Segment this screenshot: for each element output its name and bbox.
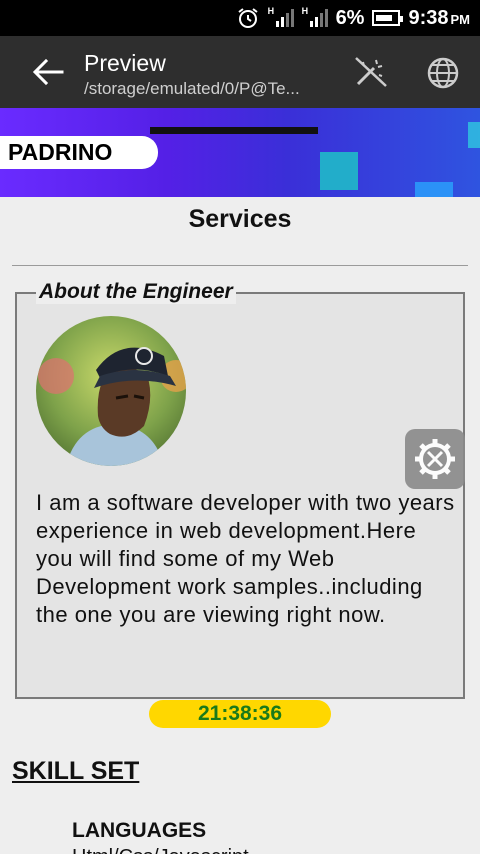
banner-decoration [150, 127, 318, 134]
app-title: Preview [84, 50, 166, 76]
battery-icon [372, 10, 404, 26]
gear-wrench-icon [415, 439, 455, 479]
status-bar: H H 6% 9:38 PM [0, 0, 480, 36]
divider [12, 265, 468, 266]
magic-wand-off-icon[interactable] [354, 56, 388, 88]
network-type-label: H [267, 6, 275, 16]
settings-fab[interactable] [405, 429, 465, 489]
languages-list: Html/Css/Javascript [72, 846, 249, 854]
time-ampm: PM [450, 11, 471, 27]
signal-icon-1: H [268, 7, 294, 29]
arrow-left-icon[interactable] [30, 58, 66, 86]
time-value: 9:38 [408, 6, 449, 29]
skill-set-heading: SKILL SET [12, 757, 140, 785]
section-heading: Services [188, 205, 292, 233]
banner-decoration [320, 152, 358, 190]
live-clock: 21:38:36 [149, 700, 331, 728]
about-paragraph: I am a software developer with two years… [36, 490, 455, 627]
network-type-label: H [301, 6, 309, 16]
clock-time: 9:38 PM [408, 7, 470, 30]
signal-icon-2: H [302, 7, 328, 29]
alarm-clock-icon [237, 8, 258, 28]
about-legend: About the Engineer [36, 280, 236, 304]
brand-logo[interactable]: PADRINO [0, 136, 158, 169]
battery-percent: 6% [335, 6, 365, 29]
app-bar: Preview /storage/emulated/0/P@Te... [0, 36, 480, 108]
languages-heading: LANGUAGES [72, 819, 207, 842]
globe-icon[interactable] [426, 56, 460, 90]
header-banner: PADRINO [0, 108, 480, 197]
banner-decoration [468, 122, 480, 148]
avatar [36, 316, 186, 466]
banner-decoration [415, 182, 453, 197]
file-path: /storage/emulated/0/P@Te... [84, 79, 300, 98]
